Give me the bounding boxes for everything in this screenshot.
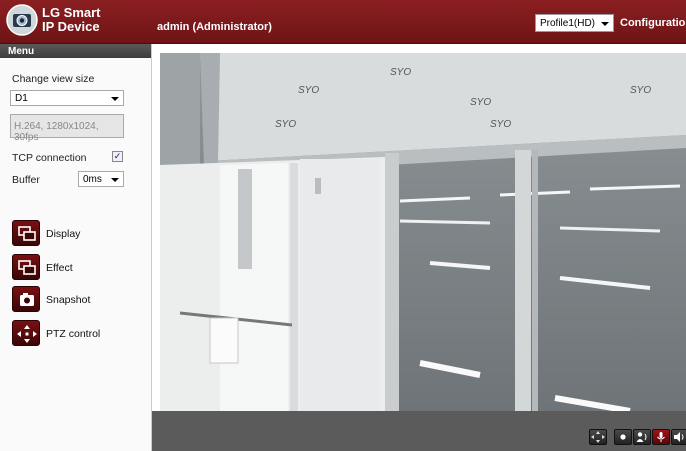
snapshot-button[interactable]: Snapshot: [12, 286, 112, 312]
change-view-size-label: Change view size: [12, 73, 95, 85]
menu-title: Menu: [0, 44, 151, 58]
record-icon: [620, 434, 626, 440]
ptz-icon: [12, 320, 40, 346]
user-label: admin (Administrator): [157, 21, 272, 33]
stream-info-field: H.264, 1280x1024, 30fps: [10, 114, 124, 143]
brand-title: LG Smart IP Device: [42, 6, 101, 34]
display-label: Display: [46, 228, 81, 240]
view-size-value: D1: [15, 93, 28, 104]
ptz-control-label: PTZ control: [46, 328, 101, 340]
live-video-view[interactable]: SYO SYO SYO SYO SYO SYO: [160, 53, 686, 411]
header: LG Smart IP Device admin (Administrator)…: [0, 0, 686, 44]
snapshot-label: Snapshot: [46, 294, 91, 306]
video-control-bar: [152, 411, 686, 451]
talk-button[interactable]: [633, 429, 651, 445]
sidebar: Menu Change view size D1 H.264, 1280x102…: [0, 44, 152, 451]
view-size-select[interactable]: D1: [10, 90, 124, 106]
chevron-down-icon: [111, 97, 119, 101]
display-icon: [12, 220, 40, 246]
tcp-connection-label: TCP connection: [12, 152, 87, 164]
profile-select[interactable]: Profile1(HD): [535, 14, 614, 32]
ptz-control-button[interactable]: PTZ control: [12, 320, 112, 346]
camera-icon: [12, 286, 40, 312]
fullscreen-button[interactable]: [589, 429, 607, 445]
effect-icon: [12, 254, 40, 280]
effect-label: Effect: [46, 262, 73, 274]
tcp-connection-checkbox[interactable]: ✓: [112, 151, 123, 162]
glass-sign-text: SYO: [298, 85, 319, 96]
chevron-down-icon: [111, 178, 119, 182]
lg-logo-icon: [6, 4, 38, 36]
profile-select-value: Profile1(HD): [540, 18, 596, 29]
chevron-down-icon: [601, 22, 609, 26]
configuration-link[interactable]: Configuration: [620, 17, 686, 29]
glass-sign-text: SYO: [470, 97, 491, 108]
record-button[interactable]: [614, 429, 632, 445]
effect-button[interactable]: Effect: [12, 254, 112, 280]
speaker-person-icon: [636, 432, 647, 442]
glass-sign-text: SYO: [275, 119, 296, 130]
glass-sign-text: SYO: [490, 119, 511, 130]
buffer-select[interactable]: 0ms: [78, 171, 124, 187]
buffer-label: Buffer: [12, 174, 40, 186]
move-icon: [591, 431, 605, 443]
glass-sign-text: SYO: [630, 85, 651, 96]
glass-sign-text: SYO: [390, 67, 411, 78]
camera-frame: SYO SYO SYO SYO SYO SYO: [160, 53, 686, 411]
volume-icon: [674, 432, 684, 442]
buffer-value: 0ms: [83, 174, 102, 185]
brand-line2: IP Device: [42, 19, 100, 34]
volume-button[interactable]: [671, 429, 686, 445]
brand-line1: LG Smart: [42, 5, 101, 20]
microphone-icon: [657, 432, 665, 442]
display-button[interactable]: Display: [12, 220, 112, 246]
microphone-button[interactable]: [652, 429, 670, 445]
